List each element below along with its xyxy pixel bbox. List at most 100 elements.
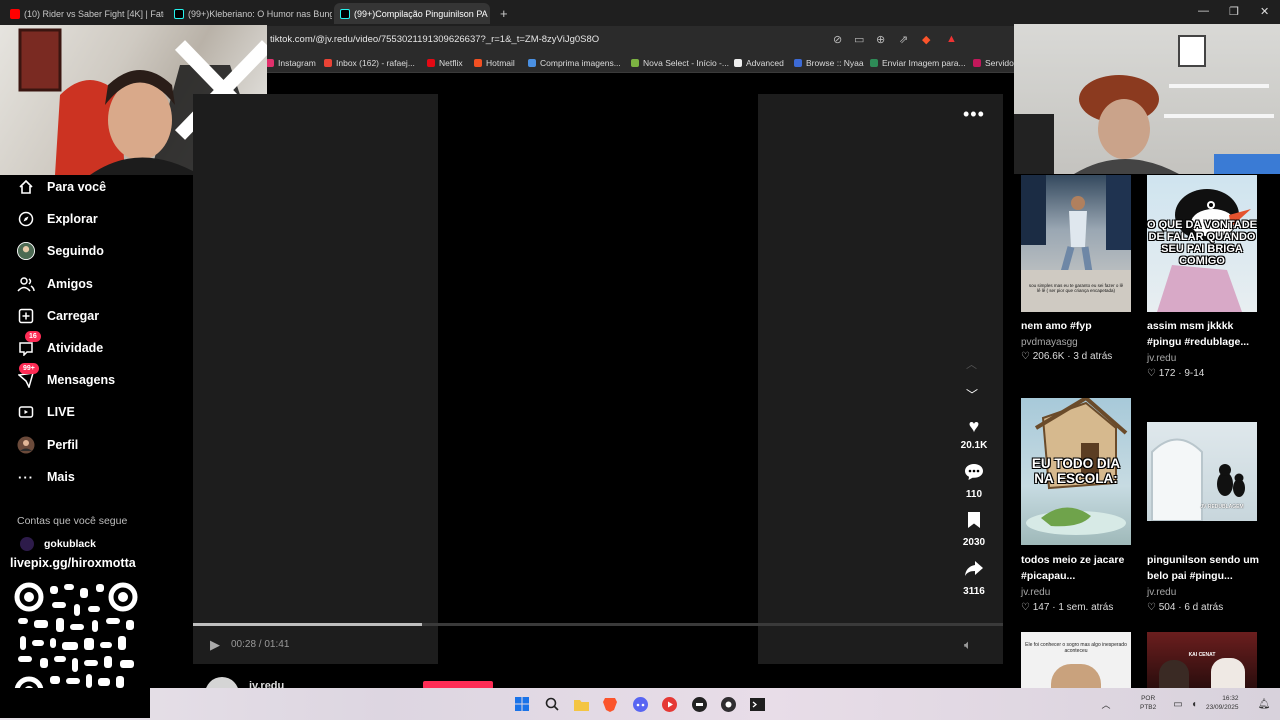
maximize-icon[interactable]: ❐ xyxy=(1229,5,1239,18)
brave-browser-icon[interactable] xyxy=(602,696,618,712)
bookmark-instagram[interactable]: Instagram xyxy=(266,58,316,68)
obs-icon[interactable] xyxy=(720,696,736,712)
following-account[interactable]: gokublack xyxy=(20,537,96,551)
close-window-icon[interactable]: ✕ xyxy=(1260,5,1269,18)
overlay-bar xyxy=(0,688,150,718)
video-time: 00:28 / 01:41 xyxy=(231,639,290,650)
sidebar-item-label: Seguindo xyxy=(47,244,104,258)
speaker-icon[interactable]: ◖ xyxy=(1186,696,1202,712)
share-count: 3116 xyxy=(963,586,985,597)
bookmark-advanced[interactable]: Advanced xyxy=(734,58,784,68)
sidebar-item-following[interactable]: Seguindo xyxy=(17,242,104,260)
language-indicator[interactable]: POR PTB2 xyxy=(1140,694,1156,712)
share-button[interactable]: 3116 xyxy=(954,560,994,597)
recommendation-title[interactable]: todos meio ze jacare #picapau... xyxy=(1021,552,1143,584)
recommendation-title[interactable]: assim msm jkkkk #pingu #redublage... xyxy=(1147,318,1259,350)
more-icon: ··· xyxy=(18,469,34,485)
bookmark-gmail[interactable]: Inbox (162) - rafaej... xyxy=(324,58,415,68)
recommendation-user[interactable]: pvdmayasgg xyxy=(1021,337,1078,348)
search-icon[interactable] xyxy=(544,696,560,712)
previous-video-icon[interactable]: ︿ xyxy=(966,356,977,372)
bookmark-label: Inbox (162) - rafaej... xyxy=(336,58,415,68)
bookmark-servidor[interactable]: Servidor xyxy=(973,58,1017,68)
minimize-icon[interactable]: — xyxy=(1198,5,1209,17)
browser-tab-3[interactable]: (99+)Compilação Pinguinilson PA × xyxy=(334,3,490,24)
recommendation-user[interactable]: jv.redu xyxy=(1147,353,1176,364)
clock-date: 23/09/2025 xyxy=(1206,704,1239,711)
sidebar-item-friends[interactable]: Amigos xyxy=(17,275,93,293)
bookmark-netflix[interactable]: Netflix xyxy=(427,58,463,68)
video-progress-fill xyxy=(193,623,423,626)
sidebar-item-messages[interactable]: 99+ Mensagens xyxy=(17,363,115,389)
recommendation-thumbnail[interactable]: sou simples mas eu te garanto eu sei faz… xyxy=(1021,175,1131,312)
new-tab-icon[interactable]: + xyxy=(500,6,508,21)
brave-shield-icon[interactable]: ◆ xyxy=(922,33,930,46)
browser-tab-1[interactable]: (10) Rider vs Saber Fight [4K] | Fate/S xyxy=(4,3,164,24)
recommendation-thumbnail[interactable]: Ele foi conhecer o sogro mas algo inespe… xyxy=(1021,632,1131,688)
tab-label: (99+)Kleberiano: O Humor nas Bung xyxy=(188,8,332,19)
bookmark-label: Comprima imagens... xyxy=(540,58,621,68)
sidebar-item-live[interactable]: LIVE xyxy=(17,403,75,421)
recommendation-title[interactable]: nem amo #fyp xyxy=(1021,318,1133,334)
recommendation-meta: ♡ 147 · 1 sem. atrás xyxy=(1021,602,1114,613)
recommendation-meta: ♡ 206.6K · 3 d atrás xyxy=(1021,351,1113,362)
friends-icon xyxy=(17,275,35,293)
bookmark-compress[interactable]: Comprima imagens... xyxy=(528,58,621,68)
zoom-icon[interactable]: ⊕ xyxy=(876,33,885,46)
like-button[interactable]: ♥ 20.1K xyxy=(954,414,994,451)
volume-icon[interactable]: 🔈︎ xyxy=(964,637,972,653)
clock[interactable]: 16:32 23/09/2025 xyxy=(1206,694,1239,712)
browser-tab-2[interactable]: (99+)Kleberiano: O Humor nas Bung xyxy=(168,3,332,24)
network-icon[interactable]: ▭ xyxy=(1170,696,1186,712)
rewards-icon[interactable]: ▲ xyxy=(946,33,957,45)
sidebar-item-more[interactable]: ··· Mais xyxy=(17,468,75,486)
recommendation-thumbnail[interactable]: JV REDUBLAGEM xyxy=(1147,422,1257,521)
clock-time: 16:32 xyxy=(1222,695,1239,702)
no-tracking-icon[interactable]: ⊘ xyxy=(833,33,842,46)
terminal-icon[interactable] xyxy=(749,696,765,712)
bookmark-nyaa[interactable]: Browse :: Nyaa xyxy=(794,58,864,68)
recommendation-thumbnail[interactable]: O QUE DA VONTADE DE FALAR QUANDO SEU PAI… xyxy=(1147,175,1257,312)
url-text[interactable]: tiktok.com/@jv.redu/video/75530211913096… xyxy=(270,34,599,45)
video-player[interactable] xyxy=(438,94,758,664)
sidebar-item-upload[interactable]: Carregar xyxy=(17,307,99,325)
discord-icon[interactable] xyxy=(632,696,648,712)
media-player-icon[interactable] xyxy=(661,696,677,712)
comment-button[interactable]: 110 xyxy=(954,463,994,500)
message-icon: 99+ xyxy=(17,363,39,389)
bookmark-image-upload[interactable]: Enviar Imagem para... xyxy=(870,58,966,68)
picture-in-picture-icon[interactable]: ▭ xyxy=(854,33,864,46)
recommendation-thumbnail[interactable]: KAI CENAT xyxy=(1147,632,1257,688)
more-options-icon[interactable]: ••• xyxy=(963,104,985,125)
following-account-name: gokublack xyxy=(44,538,96,550)
bookmark-label: Nova Select - Início -... xyxy=(643,58,729,68)
sidebar-item-label: Para você xyxy=(47,180,107,194)
play-icon[interactable]: ▶ xyxy=(210,637,220,653)
tab-label: (10) Rider vs Saber Fight [4K] | Fate/S xyxy=(24,8,164,19)
sidebar-item-explore[interactable]: Explorar xyxy=(17,210,98,228)
bookmark-nova-select[interactable]: Nova Select - Início -... xyxy=(631,58,729,68)
bookmark-label: Advanced xyxy=(746,58,784,68)
notification-bell-icon[interactable]: 🔔︎ xyxy=(1256,696,1272,712)
bookmark-icon xyxy=(954,511,994,535)
recommendation-title[interactable]: pingunilson sendo um belo pai #pingu... xyxy=(1147,552,1269,584)
tray-chevron-icon[interactable]: ︿ xyxy=(1098,696,1114,712)
sidebar-item-activity[interactable]: 16 Atividade xyxy=(17,331,103,357)
sidebar-item-for-you[interactable]: Para você xyxy=(17,178,106,196)
recommendation-user[interactable]: jv.redu xyxy=(1147,587,1176,598)
bookmark-label: Netflix xyxy=(439,58,463,68)
comment-count: 110 xyxy=(965,489,983,500)
recommendation-user[interactable]: jv.redu xyxy=(1021,587,1050,598)
windows-start-icon[interactable] xyxy=(514,696,530,712)
sidebar-item-label: Carregar xyxy=(47,309,100,323)
nyaa-icon xyxy=(794,59,802,67)
next-video-icon[interactable]: ﹀ xyxy=(966,386,978,403)
sidebar-item-profile[interactable]: Perfil xyxy=(17,436,78,454)
app-icon[interactable] xyxy=(691,696,707,712)
recommendation-thumbnail[interactable]: EU TODO DIA NA ESCOLA: xyxy=(1021,398,1131,545)
file-explorer-icon[interactable] xyxy=(573,696,589,712)
share-icon[interactable]: ⇗ xyxy=(899,33,908,46)
save-button[interactable]: 2030 xyxy=(954,511,994,548)
bookmark-hotmail[interactable]: Hotmail xyxy=(474,58,515,68)
inbox-icon: 16 xyxy=(17,331,41,357)
